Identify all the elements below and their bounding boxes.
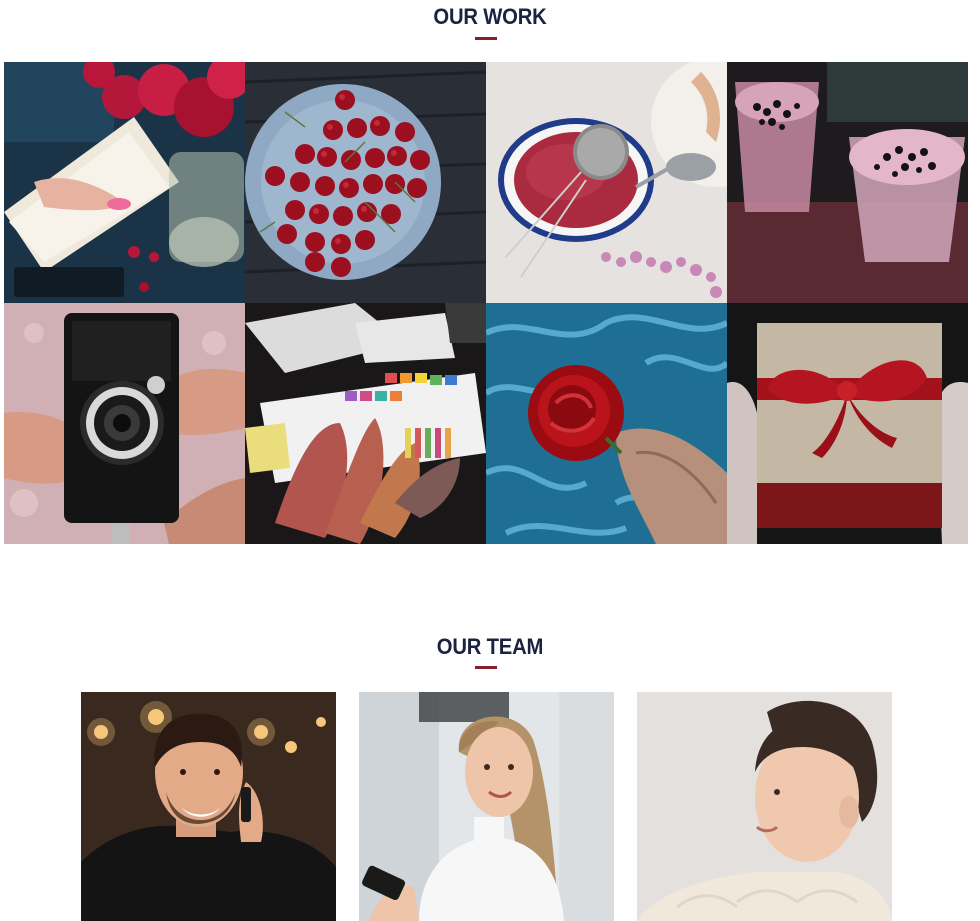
our-team-heading: OUR TEAM (436, 634, 544, 659)
gift-box-image (727, 303, 968, 544)
portfolio-tile-fabric[interactable] (245, 303, 486, 544)
flowers-notebook-image (4, 62, 245, 303)
tea-strainer-image (486, 62, 727, 303)
cherries-plate-image (245, 62, 486, 303)
vintage-camera-image (4, 303, 245, 544)
our-team-underline (475, 666, 497, 669)
our-work-underline (475, 37, 497, 40)
our-work-heading: OUR WORK (433, 4, 547, 29)
fabric-swatches-image (245, 303, 486, 544)
page: OUR WORK OUR TEAM (0, 0, 980, 921)
portfolio-tile-gift[interactable] (727, 303, 968, 544)
woman-with-phone-image (359, 692, 614, 921)
rose-water-image (486, 303, 727, 544)
woman-in-sweater-image (637, 692, 892, 921)
portfolio-tile-smoothies[interactable] (727, 62, 968, 303)
portfolio-grid (4, 62, 968, 544)
team-member-card[interactable] (359, 692, 614, 921)
team-members (81, 692, 892, 921)
team-member-card[interactable] (637, 692, 892, 921)
portfolio-tile-flowers-notebook[interactable] (4, 62, 245, 303)
portfolio-tile-cherries[interactable] (245, 62, 486, 303)
team-member-card[interactable] (81, 692, 336, 921)
man-on-phone-image (81, 692, 336, 921)
portfolio-tile-rose[interactable] (486, 303, 727, 544)
berry-smoothies-image (727, 62, 968, 303)
portfolio-tile-camera[interactable] (4, 303, 245, 544)
portfolio-tile-tea[interactable] (486, 62, 727, 303)
